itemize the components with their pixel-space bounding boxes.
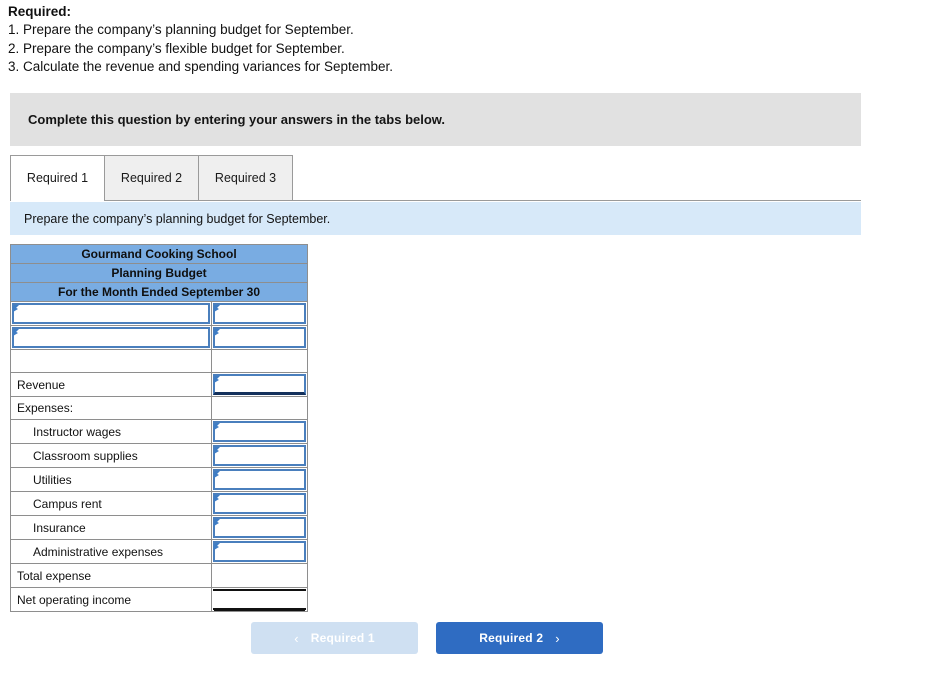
row-total-expense-label: Total expense xyxy=(10,563,212,588)
dropdown-marker-icon xyxy=(214,495,220,502)
row-total-expense-value-cell xyxy=(211,563,308,588)
row-revenue-input[interactable] xyxy=(213,374,306,395)
row-expenses-value-cell xyxy=(211,396,308,420)
table-row: Insurance xyxy=(10,515,308,540)
row-1-label-input[interactable] xyxy=(12,327,210,348)
row-instructor-wages-input[interactable] xyxy=(213,421,306,442)
required-item-1: 1. Prepare the company’s planning budget… xyxy=(8,22,354,37)
row-revenue-value-cell[interactable] xyxy=(211,372,308,397)
table-row: Campus rent xyxy=(10,491,308,516)
table-row: Expenses: xyxy=(10,396,308,420)
prev-required-button[interactable]: ‹ Required 1 xyxy=(251,622,418,654)
row-net-operating-income-value-cell xyxy=(211,587,308,612)
instruction-banner-text: Complete this question by entering your … xyxy=(28,112,446,127)
dropdown-marker-icon xyxy=(214,376,220,383)
table-header-row: Planning Budget xyxy=(10,263,308,283)
dropdown-marker-icon xyxy=(214,423,220,430)
table-title-period: For the Month Ended September 30 xyxy=(10,282,308,302)
sub-instruction-text: Prepare the company’s planning budget fo… xyxy=(24,211,331,226)
required-prompt: Required: 1. Prepare the company’s plann… xyxy=(8,2,908,77)
table-row xyxy=(10,349,308,373)
row-campus-rent-label: Campus rent xyxy=(10,491,212,516)
row-classroom-supplies-input[interactable] xyxy=(213,445,306,466)
table-row: Administrative expenses xyxy=(10,539,308,564)
table-row: Net operating income xyxy=(10,587,308,612)
row-1-label-cell[interactable] xyxy=(10,325,212,350)
next-required-label: Required 2 xyxy=(479,631,544,645)
tab-required-3-label: Required 3 xyxy=(214,171,277,185)
dropdown-marker-icon xyxy=(214,447,220,454)
table-row: Revenue xyxy=(10,372,308,397)
planning-budget-table: Gourmand Cooking School Planning Budget … xyxy=(10,244,308,612)
chevron-left-icon: ‹ xyxy=(294,630,299,646)
row-total-expense-value xyxy=(213,565,306,586)
row-campus-rent-input[interactable] xyxy=(213,493,306,514)
table-row: Total expense xyxy=(10,563,308,588)
table-row xyxy=(10,301,308,326)
row-1-value-cell[interactable] xyxy=(211,325,308,350)
row-classroom-supplies-value-cell[interactable] xyxy=(211,443,308,468)
row-campus-rent-value-cell[interactable] xyxy=(211,491,308,516)
table-header-row: Gourmand Cooking School xyxy=(10,244,308,264)
dropdown-marker-icon xyxy=(214,543,220,550)
tab-required-1-label: Required 1 xyxy=(26,171,89,185)
row-expenses-label: Expenses: xyxy=(10,396,212,420)
table-row: Instructor wages xyxy=(10,419,308,444)
row-net-operating-income-value xyxy=(213,589,306,610)
row-instructor-wages-value-cell[interactable] xyxy=(211,419,308,444)
row-0-value-cell[interactable] xyxy=(211,301,308,326)
tab-required-2[interactable]: Required 2 xyxy=(104,155,199,200)
dropdown-marker-icon xyxy=(214,329,220,336)
table-row: Utilities xyxy=(10,467,308,492)
required-item-3: 3. Calculate the revenue and spending va… xyxy=(8,59,393,74)
row-administrative-expenses-input[interactable] xyxy=(213,541,306,562)
row-administrative-expenses-label: Administrative expenses xyxy=(10,539,212,564)
row-utilities-input[interactable] xyxy=(213,469,306,490)
dropdown-marker-icon xyxy=(214,305,220,312)
table-row xyxy=(10,325,308,350)
row-instructor-wages-label: Instructor wages xyxy=(10,419,212,444)
dropdown-marker-icon xyxy=(13,329,19,336)
table-title-company: Gourmand Cooking School xyxy=(10,244,308,264)
tab-required-3[interactable]: Required 3 xyxy=(198,155,293,200)
chevron-right-icon: › xyxy=(555,630,560,646)
tab-required-2-label: Required 2 xyxy=(120,171,183,185)
table-title-budget: Planning Budget xyxy=(10,263,308,283)
tab-strip: Required 1 Required 2 Required 3 xyxy=(10,155,861,201)
tab-required-1[interactable]: Required 1 xyxy=(10,155,105,201)
row-insurance-value-cell[interactable] xyxy=(211,515,308,540)
row-0-label-cell[interactable] xyxy=(10,301,212,326)
dropdown-marker-icon xyxy=(214,471,220,478)
dropdown-marker-icon xyxy=(214,519,220,526)
row-1-value-input[interactable] xyxy=(213,327,306,348)
row-revenue-label: Revenue xyxy=(10,372,212,397)
row-net-operating-income-label: Net operating income xyxy=(10,587,212,612)
required-heading: Required: xyxy=(8,4,72,19)
pagination-nav: ‹ Required 1 Required 2 › xyxy=(0,622,940,658)
sub-instruction-bar: Prepare the company’s planning budget fo… xyxy=(10,202,861,235)
row-utilities-value-cell[interactable] xyxy=(211,467,308,492)
table-row: Classroom supplies xyxy=(10,443,308,468)
prev-required-label: Required 1 xyxy=(310,631,375,645)
row-2-value-cell xyxy=(211,349,308,373)
row-utilities-label: Utilities xyxy=(10,467,212,492)
row-insurance-label: Insurance xyxy=(10,515,212,540)
row-0-label-input[interactable] xyxy=(12,303,210,324)
instruction-banner: Complete this question by entering your … xyxy=(10,93,861,146)
row-2-label-cell xyxy=(10,349,212,373)
row-0-value-input[interactable] xyxy=(213,303,306,324)
required-item-2: 2. Prepare the company’s flexible budget… xyxy=(8,40,345,56)
table-header-row: For the Month Ended September 30 xyxy=(10,282,308,302)
dropdown-marker-icon xyxy=(13,305,19,312)
row-classroom-supplies-label: Classroom supplies xyxy=(10,443,212,468)
next-required-button[interactable]: Required 2 › xyxy=(436,622,603,654)
row-insurance-input[interactable] xyxy=(213,517,306,538)
row-administrative-expenses-value-cell[interactable] xyxy=(211,539,308,564)
